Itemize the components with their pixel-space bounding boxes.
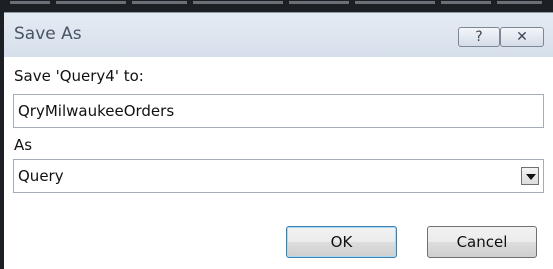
dialog-titlebar[interactable]: Save As ? ✕ <box>4 13 553 57</box>
screen: Save As ? ✕ Save 'Query4' to: QryMilwauk… <box>0 0 553 269</box>
object-type-select[interactable]: Query <box>13 159 544 193</box>
query-name-input[interactable]: QryMilwaukeeOrders <box>13 94 544 128</box>
query-name-value: QryMilwaukeeOrders <box>18 102 175 120</box>
chevron-down-icon[interactable] <box>521 167 539 185</box>
object-type-value: Query <box>18 167 64 185</box>
dialog-body: Save 'Query4' to: QryMilwaukeeOrders As … <box>4 57 553 269</box>
help-icon: ? <box>475 29 483 45</box>
ok-button[interactable]: OK <box>286 226 397 258</box>
dialog-title: Save As <box>14 24 82 44</box>
as-label: As <box>14 136 33 154</box>
help-button[interactable]: ? <box>458 27 500 47</box>
cancel-button[interactable]: Cancel <box>427 226 537 258</box>
save-as-dialog: Save As ? ✕ Save 'Query4' to: QryMilwauk… <box>4 12 553 269</box>
save-to-label: Save 'Query4' to: <box>14 67 144 85</box>
close-button[interactable]: ✕ <box>500 27 544 47</box>
close-icon: ✕ <box>516 29 528 45</box>
background-text-fragment <box>10 0 550 6</box>
